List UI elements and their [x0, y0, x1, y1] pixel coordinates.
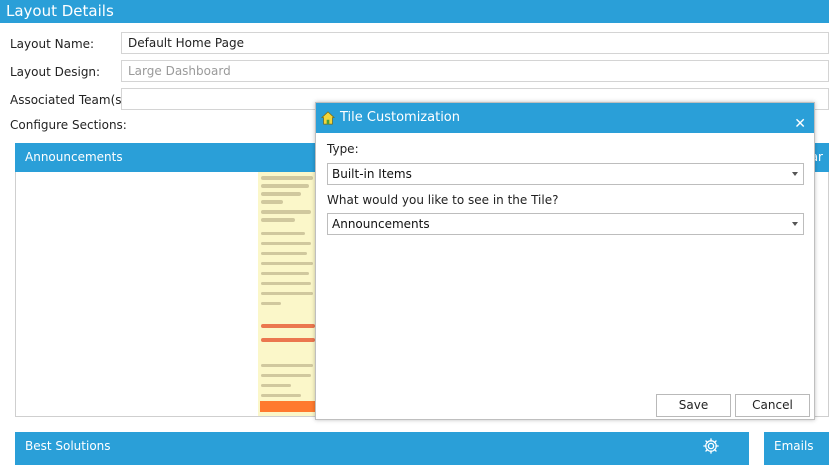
- configure-sections-label: Configure Sections:: [10, 118, 127, 132]
- tile-customization-dialog: Tile Customization ✕ Type: Built-in Item…: [315, 102, 815, 420]
- close-icon[interactable]: ✕: [794, 109, 806, 139]
- page-header: Layout Details: [0, 0, 829, 23]
- layout-name-label: Layout Name:: [10, 37, 95, 51]
- announcement-preview-image: [258, 172, 318, 416]
- layout-design-input: Large Dashboard: [121, 60, 829, 82]
- cancel-button[interactable]: Cancel: [735, 394, 810, 417]
- layout-design-label: Layout Design:: [10, 65, 101, 79]
- dialog-title: Tile Customization: [340, 110, 461, 125]
- layout-name-input[interactable]: Default Home Page: [121, 32, 829, 54]
- best-solutions-section-title: Best Solutions: [25, 439, 111, 453]
- save-button[interactable]: Save: [656, 394, 731, 417]
- gear-icon[interactable]: [702, 437, 720, 455]
- associated-teams-label: Associated Team(s):: [10, 93, 131, 107]
- emails-section-header: Emails: [764, 432, 829, 465]
- tile-content-select-value: Announcements: [332, 217, 430, 231]
- home-icon: [321, 111, 335, 125]
- best-solutions-section-header: Best Solutions: [15, 432, 749, 465]
- tile-content-label: What would you like to see in the Tile?: [327, 193, 559, 207]
- announcements-section-title: Announcements: [25, 150, 123, 164]
- dialog-title-bar: Tile Customization ✕: [316, 103, 814, 133]
- type-select[interactable]: Built-in Items: [327, 163, 804, 185]
- page-title: Layout Details: [6, 2, 114, 20]
- type-label: Type:: [327, 142, 359, 156]
- tile-content-select[interactable]: Announcements: [327, 213, 804, 235]
- chevron-down-icon: [792, 222, 798, 226]
- type-select-value: Built-in Items: [332, 167, 412, 181]
- chevron-down-icon: [792, 172, 798, 176]
- emails-section-title: Emails: [774, 439, 814, 453]
